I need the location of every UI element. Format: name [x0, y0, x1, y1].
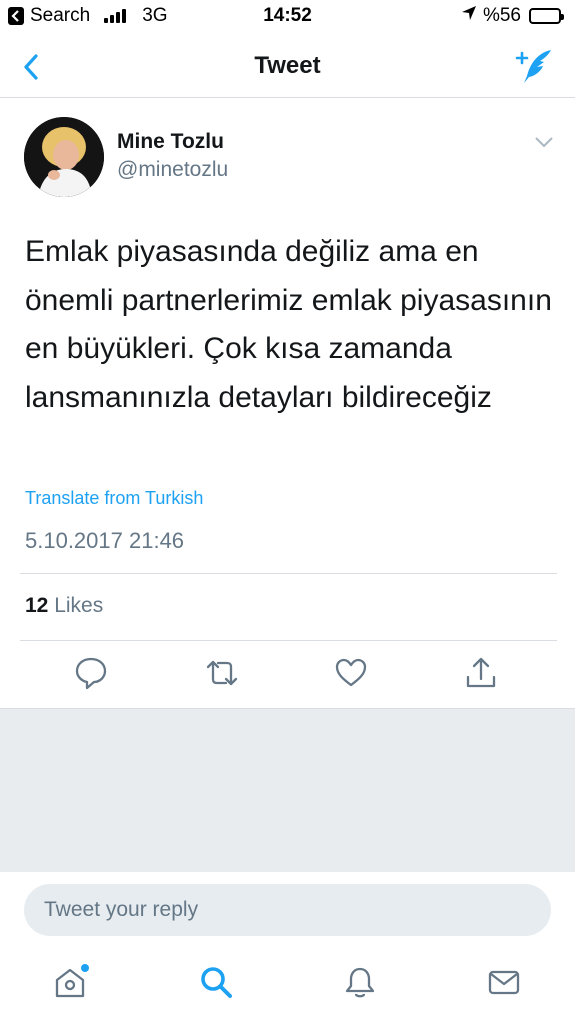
likes-count: 12: [25, 594, 49, 617]
empty-replies-area: [0, 708, 575, 872]
notifications-icon[interactable]: [342, 964, 378, 1000]
battery-icon: [529, 8, 564, 24]
retweet-icon[interactable]: [204, 655, 238, 691]
author-name[interactable]: Mine Tozlu: [117, 130, 224, 154]
divider: [20, 640, 557, 641]
messages-icon[interactable]: [486, 964, 522, 1000]
compose-tweet-icon[interactable]: [513, 46, 555, 86]
status-bar: Search 3G 14:52 %56: [0, 0, 575, 34]
search-icon[interactable]: [198, 964, 234, 1000]
author-handle[interactable]: @minetozlu: [117, 158, 228, 182]
nav-bar: Tweet: [0, 34, 575, 98]
translate-link[interactable]: Translate from Turkish: [25, 488, 203, 509]
likes-label: Likes: [54, 594, 104, 617]
reply-icon[interactable]: [74, 655, 108, 691]
page-title: Tweet: [254, 52, 321, 79]
likes-stat[interactable]: 12 Likes: [25, 594, 103, 618]
tweet-text: Emlak piyasasında değiliz ama en önemli …: [25, 235, 552, 414]
chevron-down-icon[interactable]: [533, 134, 555, 150]
home-notification-dot: [81, 964, 89, 972]
avatar[interactable]: [24, 117, 104, 197]
location-arrow-icon: [461, 5, 477, 27]
divider: [20, 573, 557, 574]
tweet-timestamp: 5.10.2017 21:46: [25, 528, 185, 553]
reply-input[interactable]: Tweet your reply: [24, 884, 551, 936]
tab-bar: [0, 950, 575, 1024]
share-icon[interactable]: [464, 655, 498, 691]
battery-percent: %56: [482, 5, 521, 26]
status-right: %56: [461, 5, 564, 27]
like-heart-icon[interactable]: [334, 655, 368, 691]
tweet-actions: [0, 655, 575, 695]
